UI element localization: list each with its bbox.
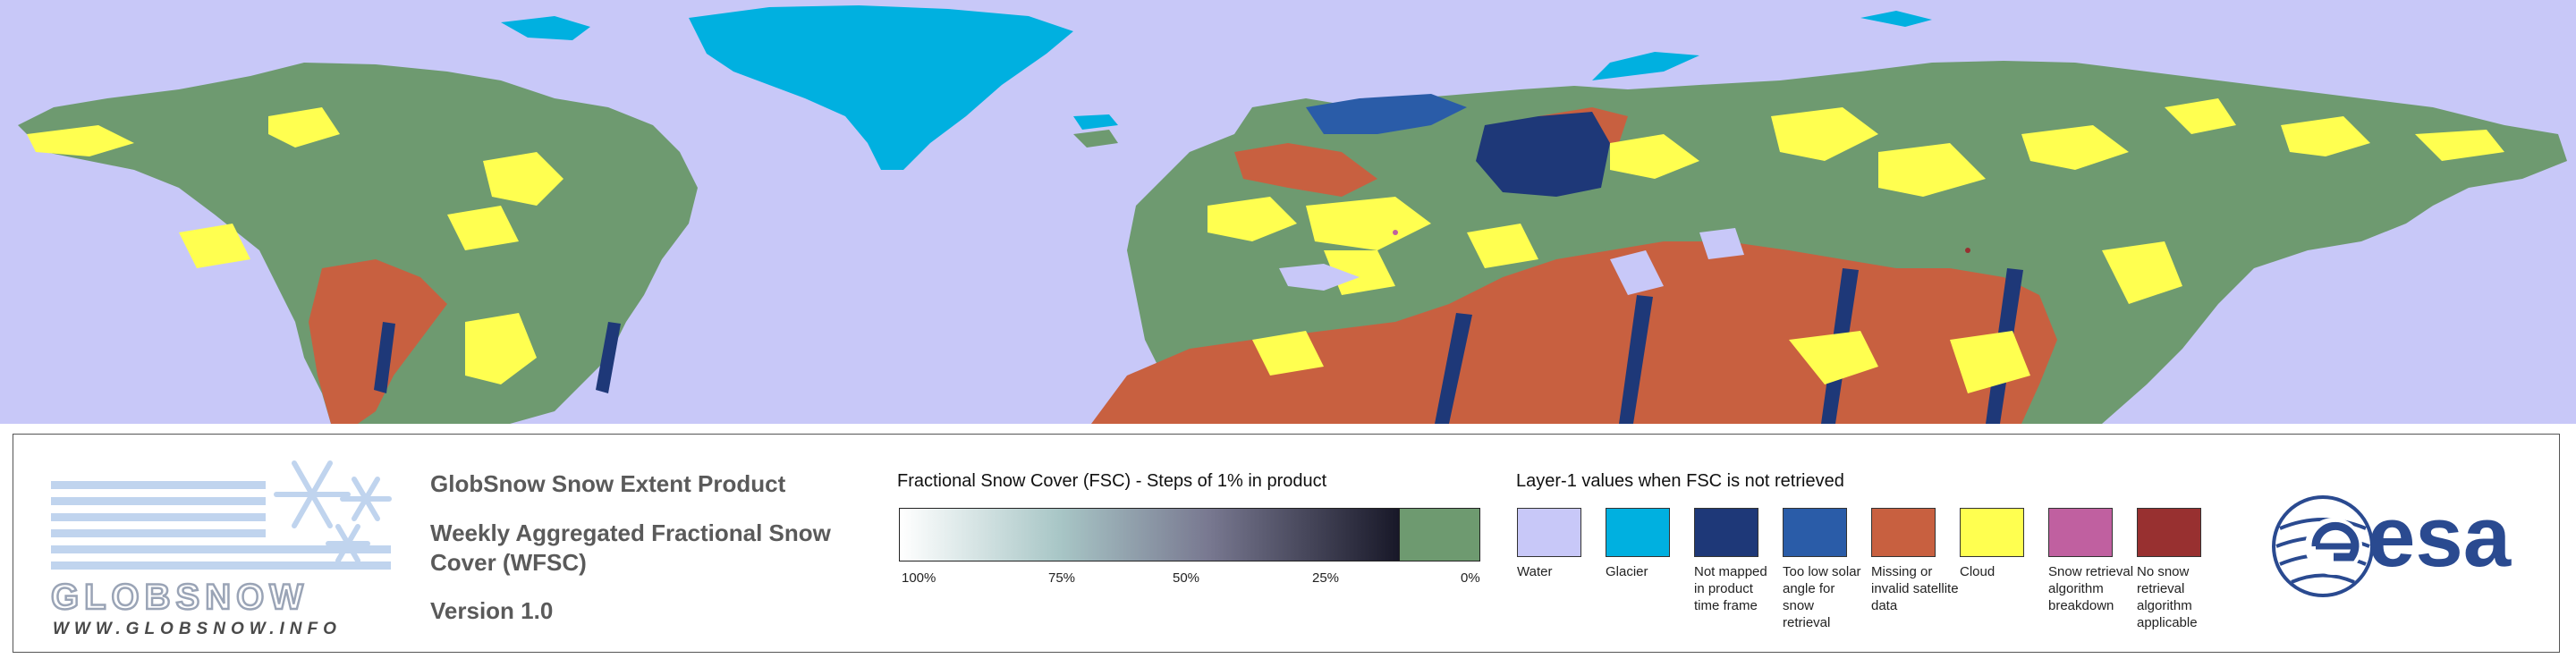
logo-url: WWW.GLOBSNOW.INFO	[53, 620, 342, 638]
fsc-tick: 25%	[1312, 570, 1340, 586]
fsc-tick: 75%	[1048, 570, 1076, 586]
snowflake-icon	[274, 460, 392, 563]
label-glacier: Glacier	[1606, 564, 1648, 579]
swatch-water	[1517, 508, 1581, 557]
product-titles: GlobSnow Snow Extent Product Weekly Aggr…	[430, 470, 886, 625]
logo-wordmark: GLOBSNOW	[50, 577, 309, 619]
swatch-glacier	[1606, 508, 1670, 557]
product-title: GlobSnow Snow Extent Product	[430, 470, 786, 497]
swatch-not-mapped	[1694, 508, 1758, 557]
swatch-missing	[1871, 508, 1936, 557]
fsc-no-snow-swatch	[1400, 508, 1480, 561]
label-water: Water	[1517, 564, 1553, 579]
not-mapped-region	[1476, 112, 1610, 197]
globsnow-logo: GLOBSNOW WWW.GLOBSNOW.INFO	[35, 445, 402, 638]
fsc-scale-title: Fractional Snow Cover (FSC) - Steps of 1…	[897, 471, 1327, 491]
fsc-tick: 100%	[902, 570, 936, 586]
label-not-mapped: Not mapped in product time frame	[1694, 564, 1767, 613]
legend-panel: GLOBSNOW WWW.GLOBSNOW.INFO GlobSnow Snow…	[13, 434, 2560, 653]
swatch-low-solar	[1783, 508, 1847, 557]
label-low-solar: Too low solar angle for snow retrieval	[1783, 564, 1861, 630]
esa-logo: esa	[2269, 484, 2538, 609]
greenland-glacier	[689, 5, 1073, 170]
snow-cover-map	[0, 0, 2576, 424]
label-no-algorithm: No snow retrieval algorithm applicable	[2137, 564, 2198, 630]
swatch-breakdown	[2048, 508, 2113, 557]
layer1-title: Layer-1 values when FSC is not retrieved	[1516, 471, 1844, 491]
product-subtitle: Weekly Aggregated Fractional Snow Cover …	[430, 519, 831, 576]
label-missing: Missing or invalid satellite data	[1871, 564, 1959, 613]
fsc-gradient-bar	[899, 508, 1400, 561]
swatch-no-algorithm	[2137, 508, 2201, 557]
label-cloud: Cloud	[1960, 564, 1996, 579]
esa-wordmark: esa	[2368, 489, 2512, 585]
map-canvas	[18, 5, 2567, 424]
product-version: Version 1.0	[430, 597, 554, 624]
swatch-cloud	[1960, 508, 2024, 557]
fsc-tick: 0%	[1461, 570, 1480, 586]
label-breakdown: Snow retrieval algorithm breakdown	[2048, 564, 2134, 613]
fsc-tick: 50%	[1173, 570, 1200, 586]
